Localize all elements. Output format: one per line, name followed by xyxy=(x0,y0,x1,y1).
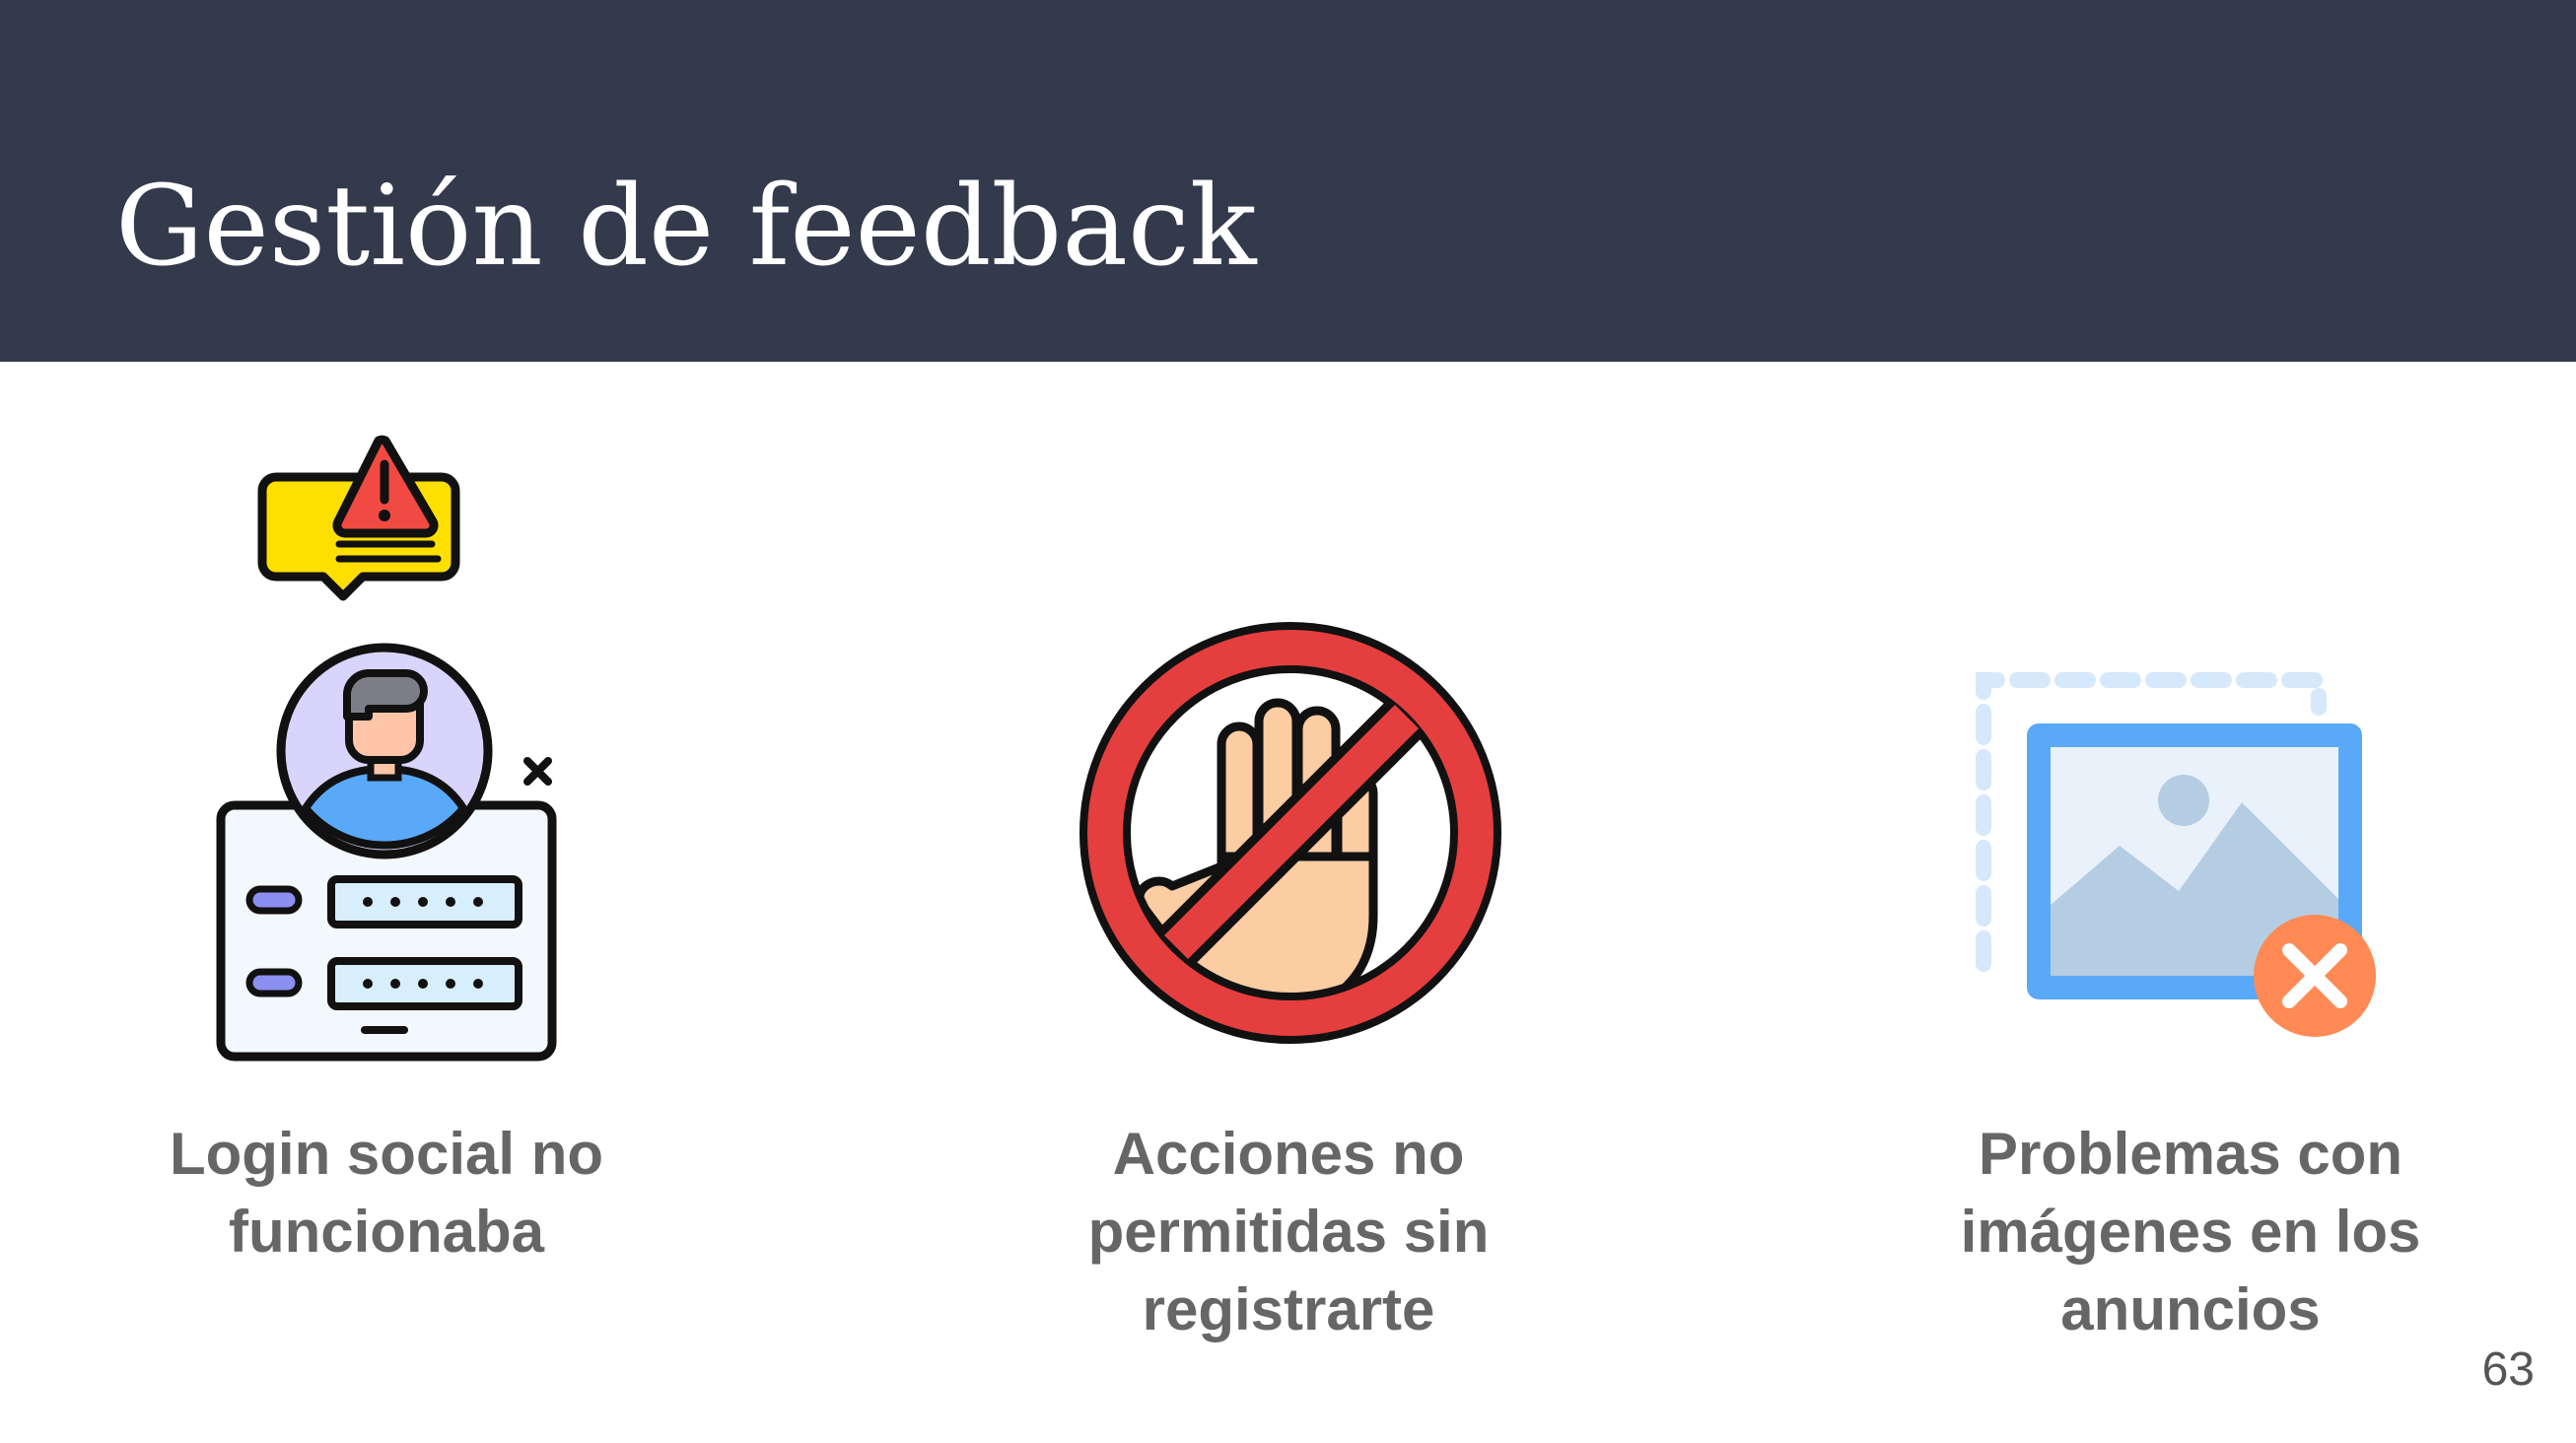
caption-line: anuncios xyxy=(2060,1276,2321,1342)
caption-line: Acciones no xyxy=(1112,1121,1465,1187)
slide-title: Gestión de feedback xyxy=(115,163,1257,291)
caption-line: registrarte xyxy=(1142,1276,1435,1342)
caption-line: funcionaba xyxy=(228,1199,544,1265)
caption-line: permitidas sin xyxy=(1087,1199,1490,1265)
title-bar: Gestión de feedback xyxy=(0,0,2576,362)
caption-image-problems: Problemas con imágenes en los anuncios xyxy=(1885,1115,2496,1348)
login-warning-icon xyxy=(215,431,560,1066)
caption-login-social: Login social no funcionaba xyxy=(81,1115,692,1271)
broken-image-icon xyxy=(1972,668,2378,1043)
slide: Gestión de feedback Login social no func… xyxy=(0,0,2576,1443)
caption-line: Problemas con xyxy=(1978,1121,2403,1187)
caption-line: Login social no xyxy=(169,1121,603,1187)
caption-line: imágenes en los xyxy=(1960,1199,2421,1265)
prohibited-hand-icon xyxy=(1078,620,1503,1046)
caption-actions-not-allowed: Acciones no permitidas sin registrarte xyxy=(983,1115,1594,1348)
page-number: 63 xyxy=(2481,1343,2535,1396)
